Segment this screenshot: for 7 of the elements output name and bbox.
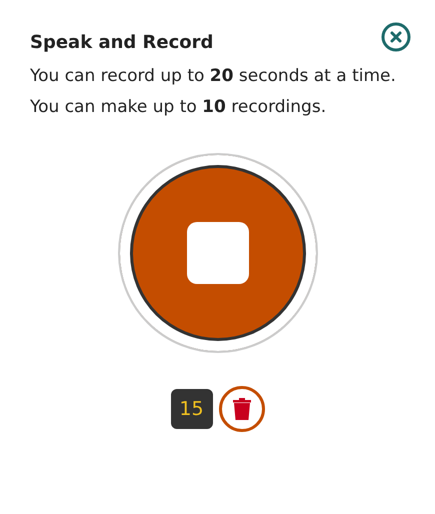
delete-button[interactable]: [218, 386, 264, 432]
dialog-title: Speak and Record: [30, 32, 214, 53]
close-icon[interactable]: [381, 22, 411, 52]
trash-icon: [230, 397, 252, 421]
recording-count: 15: [170, 389, 212, 429]
instructions-text: You can record up to 20 seconds at a time. You can make up to 10 recordings.: [30, 65, 397, 119]
stop-icon: [186, 222, 248, 284]
